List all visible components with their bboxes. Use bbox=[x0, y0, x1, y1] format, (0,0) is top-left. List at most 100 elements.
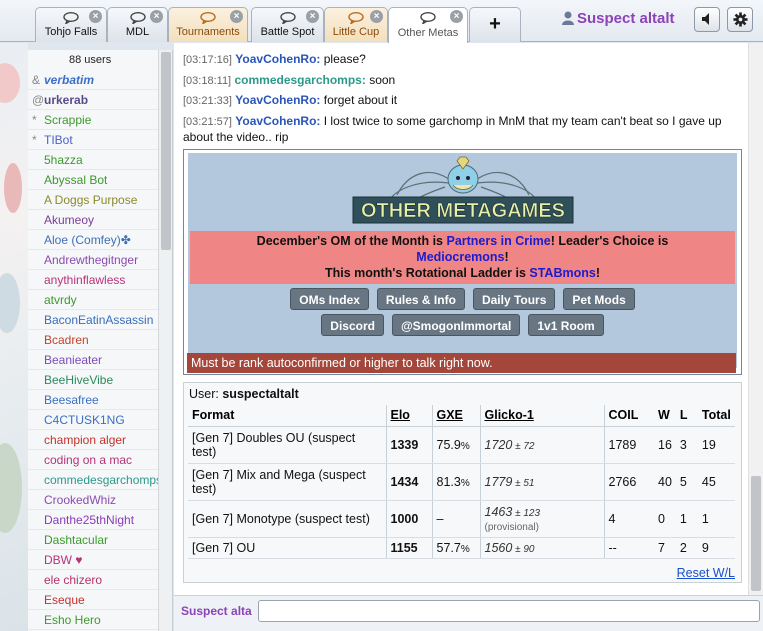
chat-bubble-icon bbox=[420, 12, 436, 24]
user-list-item[interactable]: champion alger bbox=[28, 430, 158, 450]
ratings-panel: User: suspectaltalt Format Elo GXE Glicko-1… bbox=[183, 382, 742, 583]
user-list-item[interactable]: Beesafree bbox=[28, 390, 158, 410]
room-tab[interactable]: MDL × bbox=[107, 7, 168, 42]
tab-label: Battle Spot bbox=[260, 26, 315, 38]
current-user[interactable]: Suspect altalt bbox=[562, 10, 675, 30]
column-header: Total bbox=[697, 405, 735, 427]
close-icon[interactable]: × bbox=[230, 10, 243, 23]
user-list-item[interactable]: DBW ♥ bbox=[28, 550, 158, 570]
close-icon[interactable]: × bbox=[370, 10, 383, 23]
om-link-button[interactable]: Pet Mods bbox=[563, 288, 635, 310]
sound-button[interactable] bbox=[694, 7, 720, 32]
user-list-item[interactable]: C4CTUSK1NG bbox=[28, 410, 158, 430]
elo-cell: 1339 bbox=[385, 426, 432, 464]
room-tab[interactable]: Battle Spot × bbox=[251, 7, 324, 42]
om-link-button[interactable]: Rules & Info bbox=[376, 288, 465, 310]
user-list-item[interactable]: & verbatim bbox=[28, 70, 158, 90]
composer-username[interactable]: Suspect alta bbox=[181, 604, 252, 618]
glicko-cell: 1560 ± 90 bbox=[479, 537, 604, 559]
room-tab[interactable]: Other Metas × bbox=[388, 7, 468, 43]
tab-label: Tohjo Falls bbox=[44, 26, 98, 38]
user-icon bbox=[562, 11, 574, 25]
column-header[interactable]: Elo bbox=[385, 405, 432, 427]
wins-cell: 16 bbox=[654, 426, 676, 464]
chat-scroll-thumb[interactable] bbox=[751, 476, 761, 591]
userlist-scroll-thumb[interactable] bbox=[161, 52, 171, 250]
user-list-item[interactable]: 5hazza bbox=[28, 150, 158, 170]
user-list-item[interactable]: A Doggs Purpose bbox=[28, 190, 158, 210]
om-link-button[interactable]: Discord bbox=[321, 314, 384, 336]
message-input[interactable] bbox=[258, 600, 760, 622]
background-art bbox=[0, 43, 28, 631]
link-partners-in-crime[interactable]: Partners in Crime bbox=[446, 234, 550, 248]
user-list-item[interactable]: ele chizero bbox=[28, 570, 158, 590]
user-name: Aloe (Comfey)✤ bbox=[44, 233, 131, 247]
column-header[interactable]: GXE bbox=[431, 405, 480, 427]
user-list-item[interactable]: * Scrappie bbox=[28, 110, 158, 130]
user-list-item[interactable]: anythinflawless bbox=[28, 270, 158, 290]
close-icon[interactable]: × bbox=[450, 10, 463, 23]
user-list-item[interactable]: Andrewthegitnger bbox=[28, 250, 158, 270]
link-stabmons[interactable]: STABmons bbox=[529, 266, 595, 280]
user-name: DBW ♥ bbox=[44, 553, 83, 567]
rating-row: [Gen 7] Doubles OU (suspect test) 1339 75.… bbox=[188, 426, 735, 464]
user-list-item[interactable]: * TIBot bbox=[28, 130, 158, 150]
user-list-item[interactable]: Abyssal Bot bbox=[28, 170, 158, 190]
user-list-item[interactable]: CrookedWhiz bbox=[28, 490, 158, 510]
user-list-item[interactable]: @urkerab bbox=[28, 90, 158, 110]
om-link-button[interactable]: @SmogonImmortal bbox=[391, 314, 521, 336]
reset-wl-link[interactable]: Reset W/L bbox=[677, 566, 735, 580]
userlist-scrollbar[interactable] bbox=[158, 50, 172, 631]
user-list-item[interactable]: Esho Hero bbox=[28, 610, 158, 630]
user-list-item[interactable]: Aloe (Comfey)✤ bbox=[28, 230, 158, 250]
format-cell: [Gen 7] Doubles OU (suspect test) bbox=[188, 426, 386, 464]
user-list-item[interactable]: atvrdy bbox=[28, 290, 158, 310]
message-author[interactable]: commedesgarchomps: bbox=[234, 73, 365, 87]
close-icon[interactable]: × bbox=[306, 10, 319, 23]
message-author[interactable]: YoavCohenRo: bbox=[235, 93, 320, 107]
message-composer: Suspect alta bbox=[174, 595, 763, 631]
user-list-item[interactable]: BaconEatinAssassin bbox=[28, 310, 158, 330]
svg-text:OTHER METAGAMES: OTHER METAGAMES bbox=[361, 200, 565, 222]
user-list-item[interactable]: BeeHiveVibe bbox=[28, 370, 158, 390]
user-list-item[interactable]: Beanieater bbox=[28, 350, 158, 370]
chat-scrollbar[interactable] bbox=[748, 43, 763, 595]
chat-bubble-icon bbox=[63, 12, 79, 24]
link-mediocremons[interactable]: Mediocremons bbox=[416, 250, 504, 264]
rank-warning: Must be rank autoconfirmed or higher to … bbox=[187, 353, 736, 373]
close-icon[interactable]: × bbox=[150, 10, 163, 23]
tab-label: Other Metas bbox=[397, 27, 459, 39]
room-tab[interactable]: Tohjo Falls × bbox=[35, 7, 107, 42]
user-name: Beanieater bbox=[44, 353, 103, 367]
new-room-button[interactable]: + bbox=[469, 7, 521, 42]
om-link-button[interactable]: OMs Index bbox=[290, 288, 369, 310]
close-icon[interactable]: × bbox=[89, 10, 102, 23]
user-list-item[interactable]: Bcadren bbox=[28, 330, 158, 350]
message-author[interactable]: YoavCohenRo: bbox=[235, 114, 320, 128]
room-tab[interactable]: Tournaments × bbox=[168, 7, 248, 42]
chat-message: [03:21:33] YoavCohenRo: forget about it bbox=[183, 93, 743, 109]
options-button[interactable] bbox=[727, 7, 753, 32]
column-header[interactable]: Glicko-1 bbox=[479, 405, 604, 427]
chat-message: [03:17:16] YoavCohenRo: please? bbox=[183, 52, 743, 68]
om-link-button[interactable]: 1v1 Room bbox=[528, 314, 604, 336]
wins-cell: 0 bbox=[654, 500, 676, 538]
user-list-item[interactable]: Danthe25thNight bbox=[28, 510, 158, 530]
user-list-item[interactable]: commedesgarchomps bbox=[28, 470, 158, 490]
user-list-item[interactable]: Eseque bbox=[28, 590, 158, 610]
om-link-button[interactable]: Daily Tours bbox=[472, 288, 556, 310]
total-cell: 45 bbox=[697, 463, 735, 501]
column-header: W bbox=[654, 405, 676, 427]
user-name: Beesafree bbox=[44, 393, 99, 407]
user-list-item[interactable]: Akumeoy bbox=[28, 210, 158, 230]
room-tab[interactable]: Little Cup × bbox=[324, 7, 388, 42]
message-text: soon bbox=[369, 73, 396, 87]
message-timestamp: [03:18:11] bbox=[183, 75, 232, 87]
message-author[interactable]: YoavCohenRo: bbox=[235, 52, 320, 66]
user-list-item[interactable]: coding on a mac bbox=[28, 450, 158, 470]
user-list-item[interactable]: Dashtacular bbox=[28, 530, 158, 550]
user-name: C4CTUSK1NG bbox=[44, 413, 125, 427]
user-name: TIBot bbox=[44, 133, 73, 147]
om-info-box: OTHER METAGAMES December's OM of the Mon… bbox=[183, 149, 742, 375]
elo-cell: 1155 bbox=[385, 537, 432, 559]
